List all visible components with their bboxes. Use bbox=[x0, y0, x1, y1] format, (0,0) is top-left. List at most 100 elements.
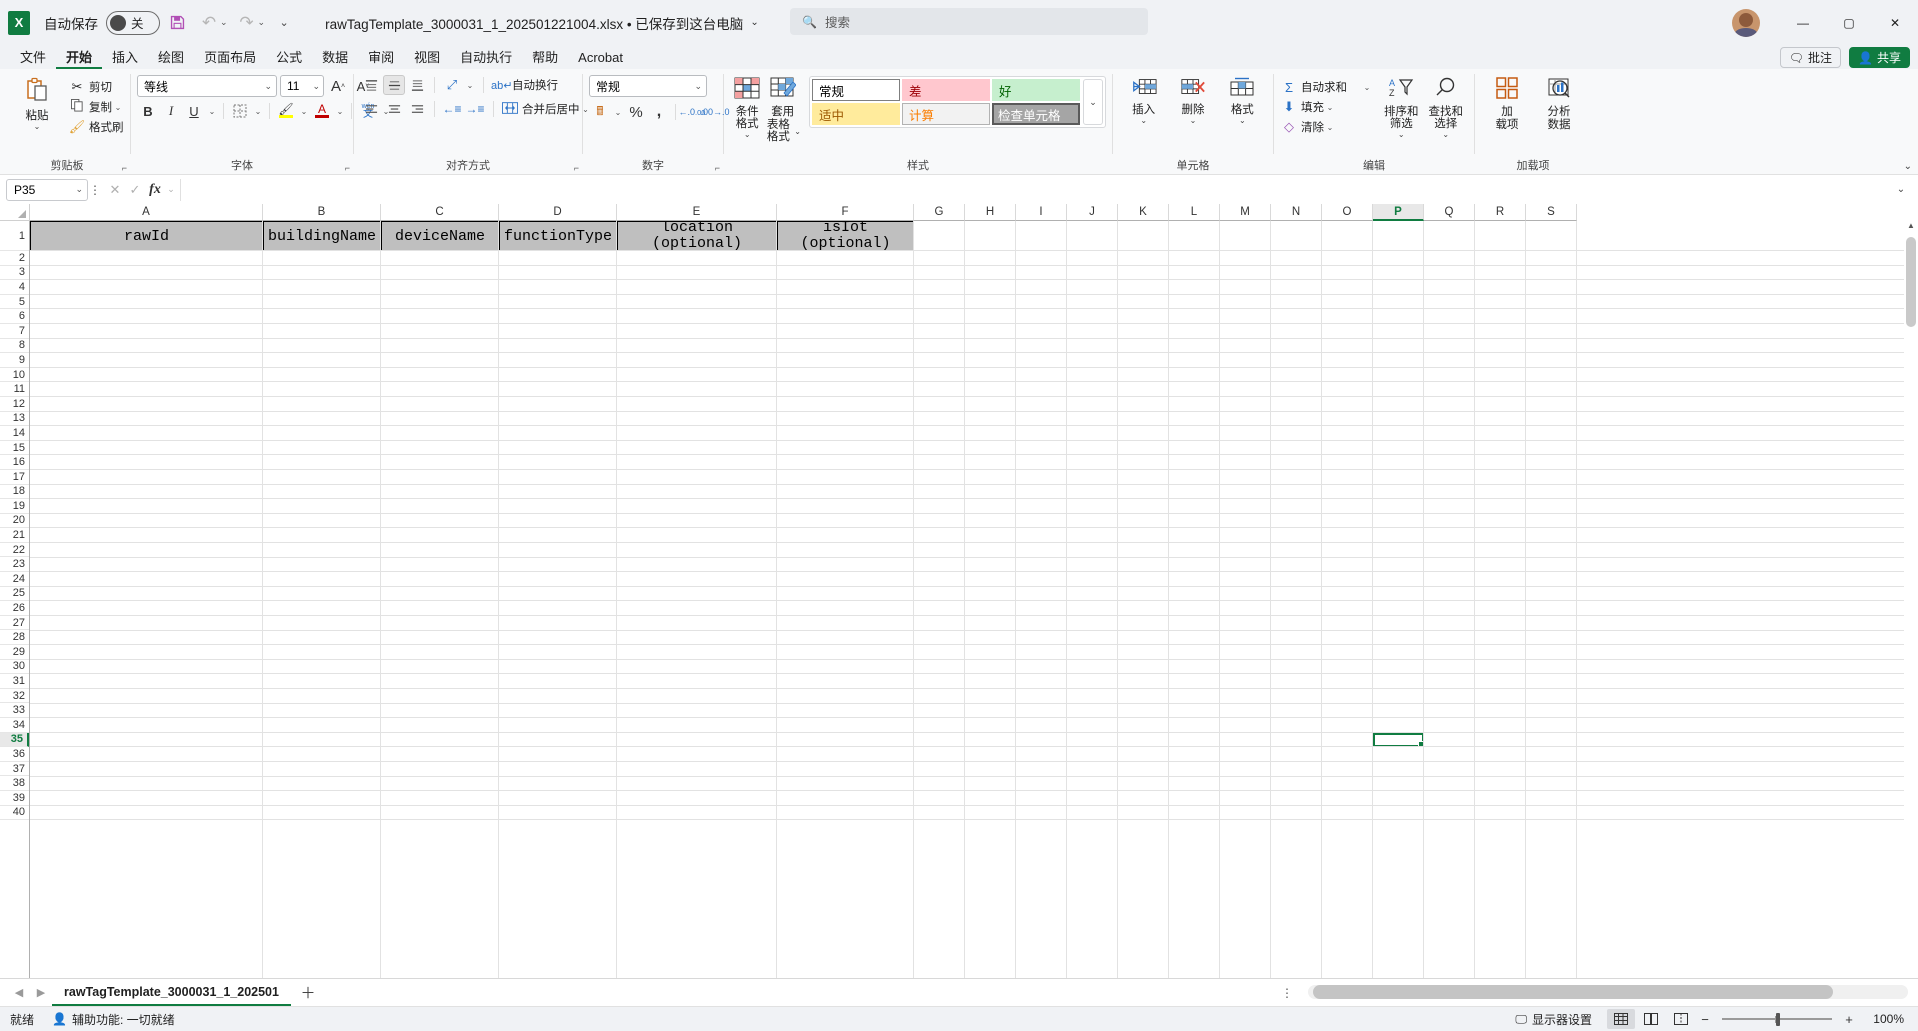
column-header-A[interactable]: A bbox=[30, 204, 263, 221]
row-header-22[interactable]: 22 bbox=[0, 542, 29, 558]
increase-indent-icon[interactable]: →≡ bbox=[464, 99, 486, 119]
column-header-E[interactable]: E bbox=[617, 204, 777, 221]
style-normal[interactable]: 常规 bbox=[812, 79, 900, 101]
row-header-4[interactable]: 4 bbox=[0, 280, 29, 295]
analyze-data-button[interactable]: 分析 数据 bbox=[1533, 75, 1585, 131]
row-header-27[interactable]: 27 bbox=[0, 615, 29, 631]
cell-D1[interactable]: functionType bbox=[499, 221, 617, 251]
tab-help[interactable]: 帮助 bbox=[522, 46, 568, 69]
tab-home[interactable]: 开始 bbox=[56, 46, 103, 69]
row-header-32[interactable]: 32 bbox=[0, 688, 29, 704]
paste-dropdown-chevron-icon[interactable]: ⌄ bbox=[34, 122, 41, 131]
font-dialog-launcher[interactable]: ⌐ bbox=[345, 163, 350, 173]
underline-dropdown-chevron-icon[interactable]: ⌄ bbox=[206, 107, 218, 116]
row-header-38[interactable]: 38 bbox=[0, 776, 29, 791]
display-settings-button[interactable]: 🖵 显示器设置 bbox=[1515, 1011, 1592, 1028]
font-color-dropdown-chevron-icon[interactable]: ⌄ bbox=[334, 107, 346, 116]
row-header-18[interactable]: 18 bbox=[0, 484, 29, 500]
column-header-G[interactable]: G bbox=[914, 204, 965, 221]
row-header-16[interactable]: 16 bbox=[0, 455, 29, 470]
fill-button[interactable]: ⬇ 填充 ⌄ bbox=[1280, 97, 1373, 117]
normal-view-icon[interactable] bbox=[1607, 1009, 1635, 1029]
row-header-7[interactable]: 7 bbox=[0, 323, 29, 339]
row-header-23[interactable]: 23 bbox=[0, 557, 29, 573]
font-name-input[interactable]: 等线 ⌄ bbox=[137, 75, 277, 97]
row-header-25[interactable]: 25 bbox=[0, 586, 29, 602]
tab-review[interactable]: 审阅 bbox=[358, 46, 404, 69]
borders-dropdown-chevron-icon[interactable]: ⌄ bbox=[252, 107, 264, 116]
tab-draw[interactable]: 绘图 bbox=[148, 46, 194, 69]
autosum-button[interactable]: Σ 自动求和 ⌄ bbox=[1280, 77, 1373, 97]
borders-icon[interactable] bbox=[229, 101, 251, 121]
column-header-L[interactable]: L bbox=[1169, 204, 1220, 221]
name-box-chevron-icon[interactable]: ⌄ bbox=[75, 184, 83, 195]
collapse-ribbon-icon[interactable]: ⌄ bbox=[1904, 161, 1912, 172]
format-dropdown-chevron-icon[interactable]: ⌄ bbox=[1239, 116, 1246, 125]
row-header-14[interactable]: 14 bbox=[0, 426, 29, 441]
cancel-icon[interactable]: ✕ bbox=[106, 182, 124, 198]
delete-cells-button[interactable]: 删除 ⌄ bbox=[1168, 75, 1217, 125]
column-header-F[interactable]: F bbox=[777, 204, 914, 221]
font-color-icon[interactable]: A bbox=[311, 101, 333, 121]
autosave-toggle[interactable]: 关 bbox=[106, 10, 160, 35]
zoom-slider-knob[interactable] bbox=[1776, 1012, 1780, 1026]
redo-dropdown-chevron[interactable]: ⌄ bbox=[258, 17, 266, 28]
row-header-9[interactable]: 9 bbox=[0, 353, 29, 368]
column-header-N[interactable]: N bbox=[1271, 204, 1322, 221]
column-header-O[interactable]: O bbox=[1322, 204, 1373, 221]
decrease-indent-icon[interactable]: ←≡ bbox=[441, 99, 463, 119]
style-check-cell[interactable]: 检查单元格 bbox=[992, 103, 1080, 125]
align-center-icon[interactable] bbox=[383, 99, 405, 119]
number-dialog-launcher[interactable]: ⌐ bbox=[715, 163, 720, 173]
bold-button[interactable]: B bbox=[137, 101, 159, 121]
column-header-K[interactable]: K bbox=[1118, 204, 1169, 221]
text-orientation-icon[interactable]: ⤢ bbox=[441, 75, 463, 95]
align-middle-icon[interactable] bbox=[383, 75, 405, 95]
tab-file[interactable]: 文件 bbox=[10, 46, 56, 69]
column-header-H[interactable]: H bbox=[965, 204, 1016, 221]
italic-button[interactable]: I bbox=[160, 101, 182, 121]
document-title-chevron-icon[interactable]: ⌄ bbox=[750, 17, 758, 28]
row-header-15[interactable]: 15 bbox=[0, 440, 29, 456]
sort-filter-dropdown-chevron-icon[interactable]: ⌄ bbox=[1398, 130, 1405, 139]
tab-page-layout[interactable]: 页面布局 bbox=[194, 46, 266, 69]
close-button[interactable]: ✕ bbox=[1872, 0, 1918, 45]
column-header-J[interactable]: J bbox=[1067, 204, 1118, 221]
row-header-13[interactable]: 13 bbox=[0, 411, 29, 427]
row-header-36[interactable]: 36 bbox=[0, 747, 29, 762]
tab-data[interactable]: 数据 bbox=[312, 46, 358, 69]
cell-C1[interactable]: deviceName bbox=[381, 221, 499, 251]
name-box[interactable]: P35 ⌄ bbox=[6, 178, 88, 201]
row-header-17[interactable]: 17 bbox=[0, 469, 29, 485]
page-layout-view-icon[interactable] bbox=[1637, 1009, 1665, 1029]
undo-dropdown-chevron[interactable]: ⌄ bbox=[220, 17, 228, 28]
comments-button[interactable]: 🗨 批注 bbox=[1779, 47, 1842, 68]
row-header-12[interactable]: 12 bbox=[0, 396, 29, 412]
row-header-26[interactable]: 26 bbox=[0, 601, 29, 616]
row-header-1[interactable]: 1 bbox=[0, 221, 29, 251]
vertical-scrollbar[interactable]: ▲ bbox=[1904, 221, 1918, 978]
style-bad[interactable]: 差 bbox=[902, 79, 990, 101]
row-header-5[interactable]: 5 bbox=[0, 294, 29, 310]
tab-insert[interactable]: 插入 bbox=[102, 46, 148, 69]
align-top-icon[interactable] bbox=[360, 75, 382, 95]
select-all-corner[interactable] bbox=[0, 204, 30, 221]
zoom-slider[interactable] bbox=[1722, 1009, 1832, 1029]
prev-sheet-icon[interactable]: ◀ bbox=[8, 982, 30, 1004]
paste-button[interactable]: 粘贴 ⌄ bbox=[10, 75, 64, 131]
zoom-in-button[interactable]: + bbox=[1840, 1012, 1858, 1027]
row-header-6[interactable]: 6 bbox=[0, 309, 29, 324]
function-chevron-icon[interactable]: ⌄ bbox=[166, 184, 176, 195]
fill-color-icon[interactable]: 🖌 bbox=[275, 101, 297, 121]
number-format-chevron-icon[interactable]: ⌄ bbox=[694, 81, 702, 92]
align-right-icon[interactable] bbox=[406, 99, 428, 119]
alignment-dialog-launcher[interactable]: ⌐ bbox=[574, 163, 579, 173]
row-header-31[interactable]: 31 bbox=[0, 674, 29, 689]
accessibility-status[interactable]: 👤 辅助功能: 一切就绪 bbox=[52, 1011, 175, 1028]
formula-input[interactable] bbox=[180, 178, 1890, 201]
column-header-M[interactable]: M bbox=[1220, 204, 1271, 221]
sheet-tab-active[interactable]: rawTagTemplate_3000031_1_202501 bbox=[52, 980, 291, 1006]
column-header-C[interactable]: C bbox=[381, 204, 499, 221]
fill-color-dropdown-chevron-icon[interactable]: ⌄ bbox=[298, 107, 310, 116]
merge-center-button[interactable]: 合并后居中 ⌄ bbox=[501, 99, 592, 119]
